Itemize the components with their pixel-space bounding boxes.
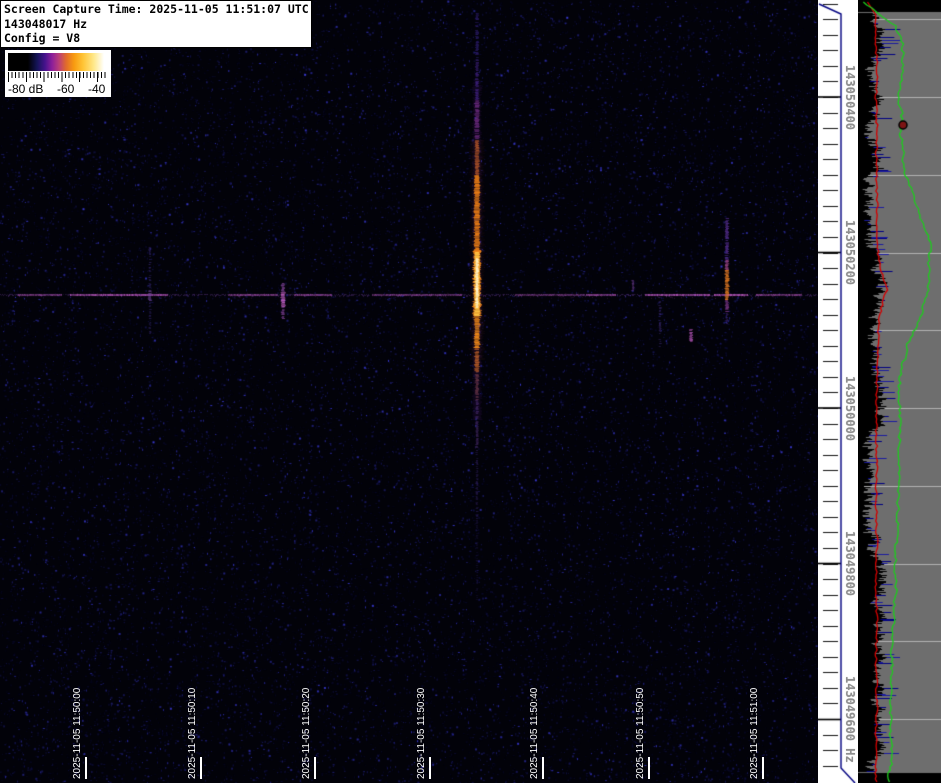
time-tick	[762, 757, 764, 779]
spectrum-graph-panel	[858, 0, 941, 783]
freq-label: 143050000	[843, 376, 857, 441]
time-label: 2025-11-05 11:50:50	[635, 688, 646, 779]
freq-label: 143049600 Hz	[843, 676, 857, 763]
db-label-neg80: -80 dB	[8, 82, 43, 96]
time-tick	[429, 757, 431, 779]
time-tick	[314, 757, 316, 779]
db-label-neg60: -60	[57, 82, 74, 96]
capture-time-text: Screen Capture Time: 2025-11-05 11:51:07…	[4, 2, 308, 17]
time-tick	[648, 757, 650, 779]
time-tick	[200, 757, 202, 779]
time-label: 2025-11-05 11:50:00	[72, 688, 83, 779]
center-frequency-text: 143048017 Hz	[4, 17, 308, 32]
time-label: 2025-11-05 11:50:30	[416, 688, 427, 779]
color-scale-ruler-major	[8, 72, 108, 82]
time-label: 2025-11-05 11:50:10	[187, 688, 198, 779]
time-tick	[542, 757, 544, 779]
spectrogram-waterfall	[0, 0, 818, 783]
time-tick	[85, 757, 87, 779]
freq-label: 143049800	[843, 531, 857, 596]
spectrum-lab-window: Screen Capture Time: 2025-11-05 11:51:07…	[0, 0, 941, 783]
time-label: 2025-11-05 11:50:20	[301, 688, 312, 779]
config-text: Config = V8	[4, 31, 308, 46]
info-overlay: Screen Capture Time: 2025-11-05 11:51:07…	[0, 0, 312, 48]
color-scale-legend: -80 dB -60 -40	[5, 50, 111, 97]
color-gradient-bar	[8, 53, 108, 71]
freq-label: 143050400	[843, 65, 857, 130]
time-label: 2025-11-05 11:50:40	[529, 688, 540, 779]
time-label: 2025-11-05 11:51:00	[749, 688, 760, 779]
db-label-neg40: -40	[88, 82, 105, 96]
freq-label: 143050200	[843, 220, 857, 285]
